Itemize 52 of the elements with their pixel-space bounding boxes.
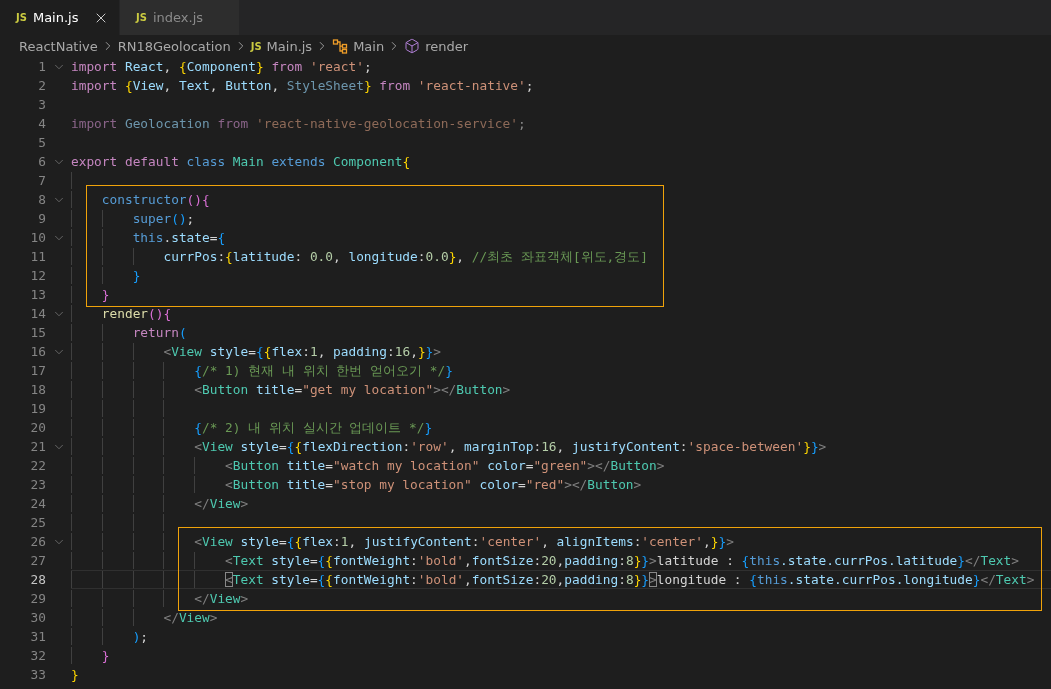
line-number: 17: [29, 362, 46, 380]
line-number: 4: [37, 115, 46, 133]
code-line: }: [71, 666, 80, 684]
breadcrumb-item[interactable]: ReactNative: [19, 38, 98, 54]
breadcrumb-item[interactable]: Main: [332, 38, 385, 54]
line-number: 11: [29, 248, 46, 266]
line-number: 8: [37, 191, 46, 209]
line-number: 1: [37, 58, 46, 76]
line-number: 2: [37, 77, 46, 95]
line-number: 33: [29, 666, 46, 684]
line-number: 31: [29, 628, 46, 646]
line-number: 18: [29, 381, 46, 399]
line-number: 10: [29, 229, 46, 247]
breadcrumb-item[interactable]: JS Main.js: [250, 38, 313, 54]
line-number: 25: [29, 514, 46, 532]
tab-label: Main.js: [32, 10, 80, 25]
js-file-icon: JS: [250, 40, 262, 52]
line-number: 26: [29, 533, 46, 551]
line-number: 15: [29, 324, 46, 342]
line-number: 12: [29, 267, 46, 285]
code-line: export default class Main extends Component{: [71, 153, 412, 171]
breadcrumb-item[interactable]: RN18Geolocation: [117, 38, 231, 54]
line-number: 27: [29, 552, 46, 570]
line-number: 30: [29, 609, 46, 627]
code-line: import Geolocation from 'react-native-geolocation-service';: [71, 115, 527, 133]
line-number: 9: [37, 210, 46, 228]
line-number: 19: [29, 400, 46, 418]
line-number: 3: [37, 96, 46, 114]
code-line: import {View, Text, Button, StyleSheet} from 'react-native';: [71, 77, 535, 95]
line-number: 14: [29, 305, 46, 323]
line-number: 32: [29, 647, 46, 665]
class-icon: [332, 38, 349, 54]
line-number: 13: [29, 286, 46, 304]
editor-tab[interactable]: JS index.js: [120, 0, 240, 35]
line-number: 28: [29, 571, 46, 589]
line-number: 7: [37, 172, 46, 190]
line-number: 5: [37, 134, 46, 152]
cube-icon: [404, 38, 421, 54]
line-number: 23: [29, 476, 46, 494]
line-number: 21: [29, 438, 46, 456]
line-number: 29: [29, 590, 46, 608]
js-file-icon: JS: [16, 12, 27, 23]
line-number: 22: [29, 457, 46, 475]
editor-tab[interactable]: JS Main.js: [0, 0, 120, 35]
line-number: 24: [29, 495, 46, 513]
code-line: import React, {Component} from 'react';: [71, 58, 373, 76]
tab-label: index.js: [152, 10, 205, 25]
line-number: 20: [29, 419, 46, 437]
js-file-icon: JS: [136, 12, 147, 23]
breadcrumb-item[interactable]: render: [404, 38, 469, 54]
line-number: 6: [37, 153, 46, 171]
line-number: 16: [29, 343, 46, 361]
